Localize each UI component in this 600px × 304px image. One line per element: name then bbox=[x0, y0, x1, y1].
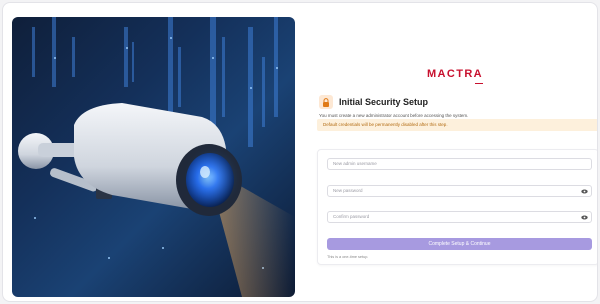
username-field[interactable]: New admin username bbox=[327, 158, 592, 170]
eye-icon[interactable] bbox=[581, 188, 588, 194]
brand-accent bbox=[475, 83, 483, 84]
setup-panel: MACTRA Initial Security Setup You must c… bbox=[313, 17, 597, 297]
warning-banner: Default credentials will be permanently … bbox=[317, 119, 597, 131]
password-placeholder: New password bbox=[333, 188, 363, 193]
page-title: Initial Security Setup bbox=[339, 97, 429, 107]
hero-image bbox=[12, 17, 295, 297]
brand-logo: MACTRA bbox=[426, 68, 484, 80]
password-field[interactable]: New password bbox=[327, 185, 592, 197]
app-window: MACTRA Initial Security Setup You must c… bbox=[2, 2, 598, 302]
title-row: Initial Security Setup bbox=[319, 95, 428, 109]
setup-form: New admin username New password Confirm … bbox=[317, 149, 597, 265]
confirm-password-field[interactable]: Confirm password bbox=[327, 211, 592, 223]
confirm-password-placeholder: Confirm password bbox=[333, 214, 370, 219]
page-subtitle: You must create a new administrator acco… bbox=[319, 113, 469, 118]
complete-setup-button[interactable]: Complete Setup & Continue bbox=[327, 238, 592, 250]
one-time-note: This is a one-time setup. bbox=[327, 255, 369, 259]
eye-icon[interactable] bbox=[581, 214, 588, 220]
lock-icon bbox=[319, 95, 333, 109]
